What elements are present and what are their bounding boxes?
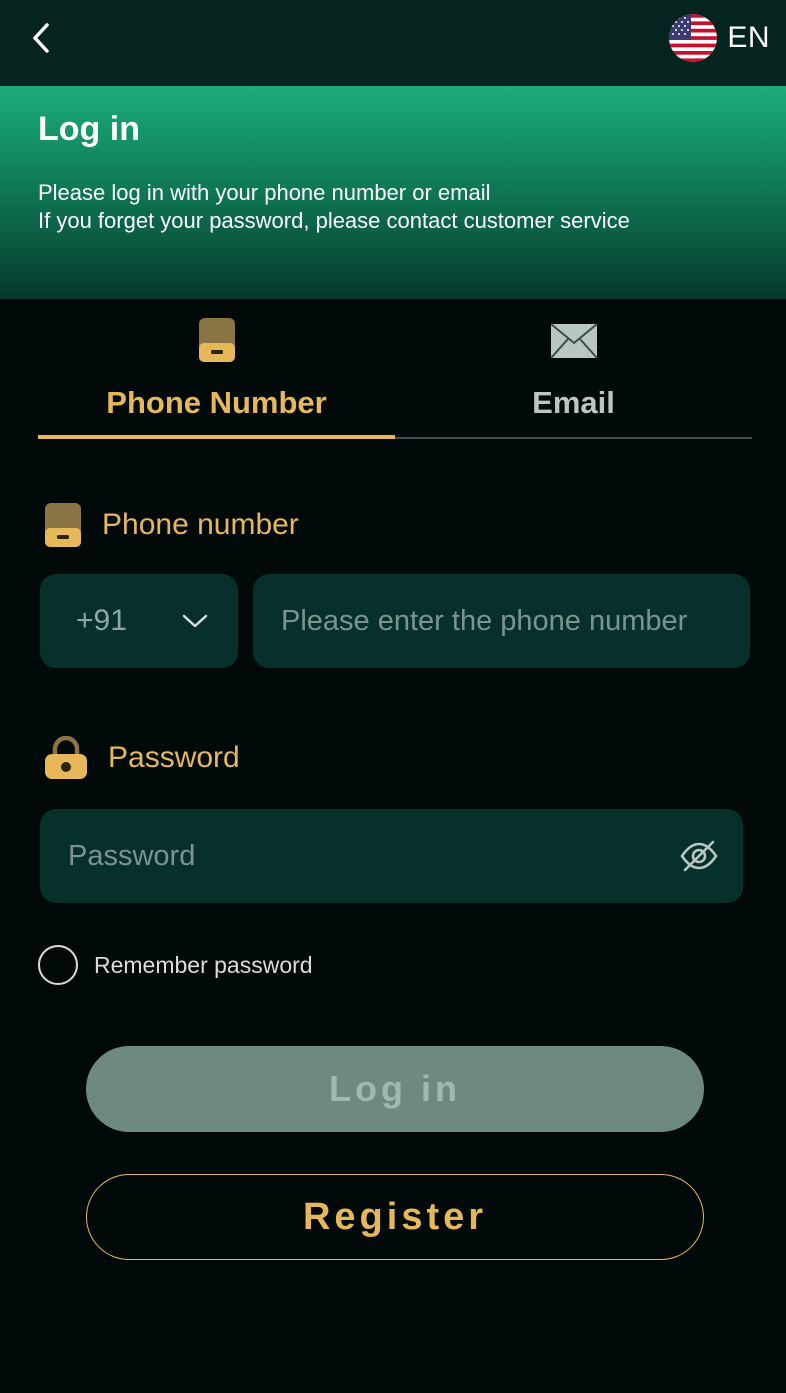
tab-label-phone: Phone Number [106,385,327,420]
chevron-down-icon [182,614,208,628]
password-label-text: Password [108,741,240,774]
us-flag-icon [669,14,718,62]
hero-line-2: If you forget your password, please cont… [38,208,630,233]
password-input[interactable] [40,809,660,903]
register-button[interactable]: Register [86,1174,704,1260]
remember-password-toggle[interactable]: Remember password [38,945,313,985]
login-button[interactable]: Log in [86,1046,704,1132]
tab-email[interactable]: Email [395,299,752,439]
login-method-tabs: Phone Number Email [38,299,752,439]
language-selector[interactable]: EN [669,13,770,63]
toggle-password-visibility-button[interactable] [679,836,719,876]
remember-password-label: Remember password [94,951,313,978]
back-button[interactable] [22,18,62,58]
country-code-value: +91 [76,604,127,637]
phone-icon [45,503,81,547]
hero-description: Please log in with your phone number or … [38,179,748,235]
tab-phone-number[interactable]: Phone Number [38,299,395,439]
phone-icon [198,318,235,362]
envelope-icon [549,323,598,359]
top-bar: EN [0,0,786,86]
remember-password-radio[interactable] [38,945,78,985]
lock-icon [45,736,87,779]
password-field-label: Password [44,736,240,780]
tab-label-email: Email [532,385,615,420]
hero-line-1: Please log in with your phone number or … [38,180,491,205]
eye-off-icon [680,840,718,872]
phone-number-input[interactable] [253,574,750,668]
language-code: EN [727,21,770,54]
chevron-left-icon [33,23,49,53]
phone-label-text: Phone number [102,508,299,541]
page-title: Log in [38,110,140,148]
country-code-select[interactable]: +91 [40,574,238,668]
phone-field-label: Phone number [44,502,299,548]
password-field [40,809,743,903]
hero-banner: Log in Please log in with your phone num… [0,86,786,299]
